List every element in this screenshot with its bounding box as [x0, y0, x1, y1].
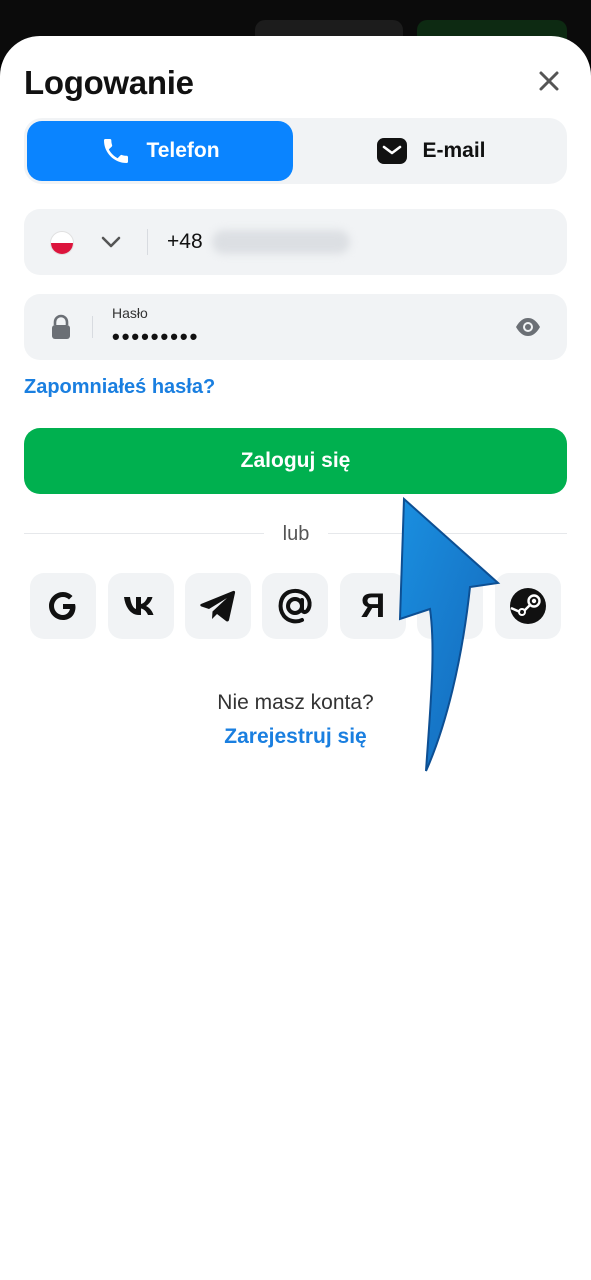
google-icon: [49, 592, 76, 620]
telegram-login-button[interactable]: [185, 573, 251, 639]
forgot-password-link[interactable]: Zapomniałeś hasła?: [24, 376, 215, 399]
divider-text: lub: [282, 523, 310, 545]
telegram-icon: [200, 590, 236, 622]
close-button[interactable]: [532, 64, 566, 98]
pointer-arrow-icon: [398, 496, 501, 772]
login-button[interactable]: Zaloguj się: [24, 428, 567, 494]
steam-icon: [510, 588, 546, 624]
field-divider: [147, 229, 148, 255]
mail-ru-icon: [278, 588, 312, 624]
tab-phone[interactable]: Telefon: [27, 121, 293, 181]
phone-number-redacted: [212, 230, 350, 254]
tab-phone-label: Telefon: [146, 139, 220, 162]
tab-email-label: E-mail: [422, 139, 486, 162]
lock-icon: [52, 314, 70, 339]
password-value: •••••••••: [112, 324, 200, 349]
divider-line: [24, 533, 264, 534]
phone-prefix: +48: [167, 230, 203, 253]
google-login-button[interactable]: [30, 573, 96, 639]
login-method-tabs: Telefon E-mail: [24, 118, 567, 184]
phone-input[interactable]: +48: [24, 209, 567, 275]
phone-icon: [104, 139, 129, 163]
tab-email[interactable]: E-mail: [298, 121, 564, 181]
password-label: Hasło: [112, 305, 148, 321]
mail-icon: [377, 138, 408, 164]
password-input[interactable]: Hasło •••••••••: [24, 294, 567, 360]
field-divider: [92, 316, 93, 338]
vk-icon: [124, 597, 154, 615]
eye-icon[interactable]: [514, 315, 542, 339]
mail-ru-login-button[interactable]: [262, 573, 328, 639]
chevron-down-icon[interactable]: [100, 231, 122, 253]
dialog-title: Logowanie: [24, 64, 194, 101]
vk-login-button[interactable]: [108, 573, 174, 639]
poland-flag-icon: [50, 231, 74, 255]
login-sheet: Logowanie Telefon E-mail +48 Hasło •••••…: [0, 36, 591, 1280]
close-icon: [539, 71, 559, 91]
